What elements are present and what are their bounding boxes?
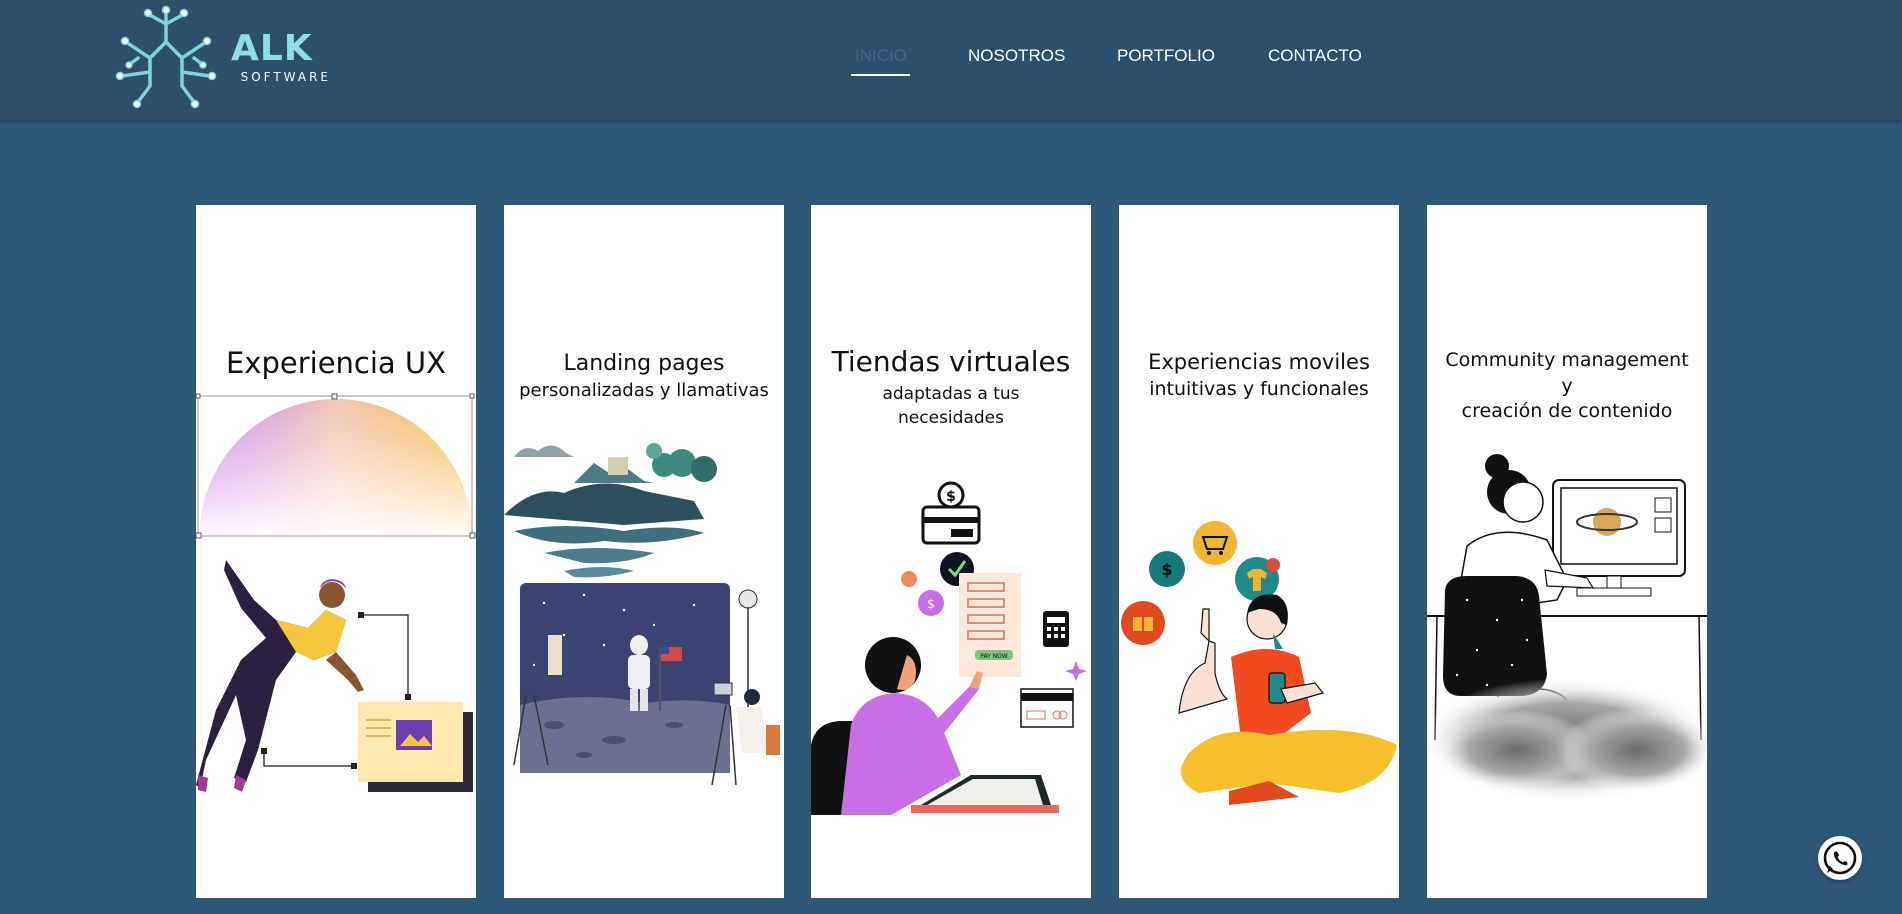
ux-illustration [196,393,476,792]
card-title-line3: creación de contenido [1461,400,1673,422]
card-subtitle-line2: necesidades [898,408,1004,428]
circuit-logo-icon [115,5,217,109]
community-illustration [1427,454,1707,802]
card-subtitle: personalizadas y llamativas [519,380,769,401]
whatsapp-button[interactable] [1818,836,1862,880]
service-card-moviles[interactable]: Experiencias moviles intuitivas y funcio… [1119,205,1399,898]
service-card-ux[interactable]: Experiencia UX [196,205,476,898]
svg-text:$: $ [946,489,956,505]
landing-illustration [504,443,780,786]
brand-logo[interactable]: ALK SOFTWARE [108,2,328,116]
site-header: ALK SOFTWARE INICIO NOSOTROS PORTFOLIO C… [0,0,1902,120]
card-title-line2: intuitivas y funcionales [1149,378,1369,400]
service-card-community[interactable]: Community management y creación de conte… [1427,205,1707,898]
moviles-illustration: $ [1121,521,1397,805]
brand-name: ALK [231,28,313,69]
svg-text:$: $ [1161,560,1172,579]
nav-item-portfolio[interactable]: PORTFOLIO [1117,46,1215,66]
svg-text:PAY NOW: PAY NOW [980,653,1008,660]
card-title: Experiencia UX [225,346,447,380]
service-card-tiendas[interactable]: Tiendas virtuales adaptadas a tus necesi… [811,205,1091,898]
card-subtitle-line1: adaptadas a tus [882,384,1020,404]
nav-item-contacto[interactable]: CONTACTO [1268,46,1362,66]
service-card-landing[interactable]: Landing pages personalizadas y llamativa… [504,205,784,898]
card-title: Landing pages [563,351,725,376]
svg-text:$: $ [927,597,935,611]
card-title-line1: Community management [1445,349,1689,371]
nav-item-nosotros[interactable]: NOSOTROS [968,46,1065,66]
nav-active-underline [851,74,910,76]
whatsapp-icon [1823,841,1857,875]
nav-item-inicio[interactable]: INICIO [855,46,907,66]
card-title: Tiendas virtuales [831,345,1071,378]
brand-subtitle: SOFTWARE [240,70,331,84]
card-title-line1: Experiencias moviles [1148,350,1370,374]
card-title-line2: y [1561,375,1573,397]
tiendas-illustration: $ $ PAY NOW [811,481,1087,815]
